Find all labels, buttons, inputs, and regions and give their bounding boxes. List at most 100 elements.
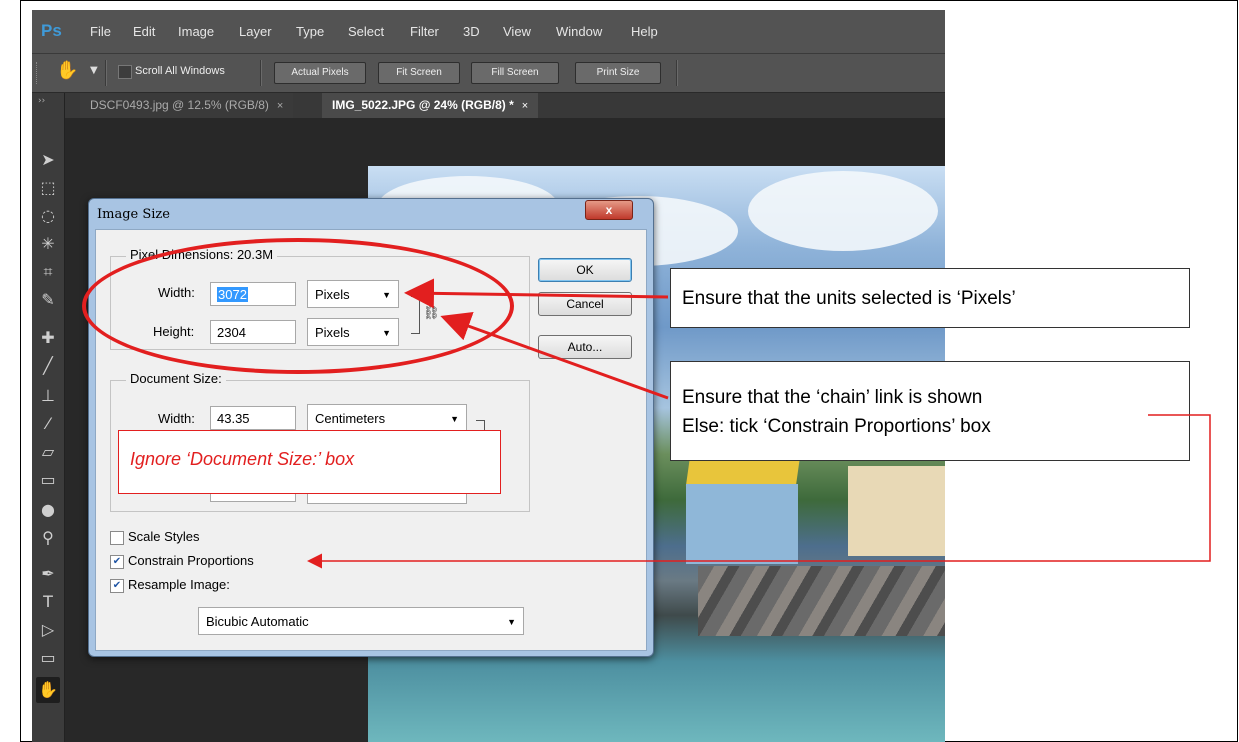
document-width-input[interactable]: 43.35 — [210, 406, 296, 430]
brush-tool-icon[interactable]: ╱ — [36, 353, 60, 379]
chevron-down-icon: ▼ — [382, 328, 391, 338]
tab-dscf0493[interactable]: DSCF0493.jpg @ 12.5% (RGB/8) × — [80, 93, 294, 118]
chain-link-icon: ⛓ — [423, 305, 440, 320]
blur-tool-icon[interactable]: ● — [36, 497, 60, 523]
hand-tool-icon[interactable]: ✋ — [36, 677, 60, 703]
options-bar-grip[interactable] — [36, 62, 40, 84]
resample-method-value: Bicubic Automatic — [206, 614, 309, 629]
resample-image-checkbox[interactable]: ✔ — [110, 579, 124, 593]
menu-help[interactable]: Help — [631, 24, 658, 39]
resample-method-select[interactable]: Bicubic Automatic ▼ — [198, 607, 524, 635]
pixel-width-unit: Pixels — [315, 287, 350, 302]
document-width-value: 43.35 — [217, 411, 250, 426]
menu-view[interactable]: View — [503, 24, 531, 39]
menu-edit[interactable]: Edit — [133, 24, 155, 39]
photoshop-logo: Ps — [41, 21, 62, 40]
tab-label: IMG_5022.JPG @ 24% (RGB/8) * — [332, 98, 514, 112]
scale-styles-checkbox[interactable] — [110, 531, 124, 545]
ignore-note-text: Ignore ‘Document Size:’ box — [130, 449, 355, 469]
magic-wand-tool-icon[interactable]: ✳ — [36, 231, 60, 257]
gradient-tool-icon[interactable]: ▭ — [36, 467, 60, 493]
chain-callout-line2: Else: tick ‘Constrain Proportions’ box — [682, 416, 991, 437]
scroll-all-windows-checkbox[interactable] — [118, 65, 132, 79]
options-separator — [105, 60, 107, 86]
pixel-link-bracket — [411, 296, 420, 334]
eyedropper-tool-icon[interactable]: ✎ — [36, 287, 60, 313]
print-size-button[interactable]: Print Size — [575, 62, 661, 84]
tool-preset-chevron-down-icon[interactable]: ▼ — [90, 65, 98, 76]
cloud-shape — [748, 171, 938, 251]
healing-brush-tool-icon[interactable]: ✚ — [36, 325, 60, 351]
chevron-down-icon: ▼ — [450, 414, 459, 424]
auto-button[interactable]: Auto... — [538, 335, 632, 359]
eraser-tool-icon[interactable]: ▱ — [36, 439, 60, 465]
pen-tool-icon[interactable]: ✒ — [36, 561, 60, 587]
close-icon[interactable]: x — [585, 200, 633, 220]
image-size-dialog: Image Size x Pixel Dimensions: 20.3M Wid… — [88, 198, 654, 657]
chevron-down-icon: ▼ — [382, 290, 391, 300]
pixel-dimensions-legend: Pixel Dimensions: 20.3M — [126, 247, 278, 262]
options-separator — [260, 60, 262, 86]
resample-image-label: Resample Image: — [128, 577, 230, 592]
hand-tool-icon[interactable]: ✋ — [56, 60, 78, 81]
pixel-width-unit-select[interactable]: Pixels ▼ — [307, 280, 399, 308]
ignore-document-size-note: Ignore ‘Document Size:’ box — [118, 430, 501, 494]
tab-img-5022[interactable]: IMG_5022.JPG @ 24% (RGB/8) * × — [322, 93, 539, 118]
actual-pixels-button[interactable]: Actual Pixels — [274, 62, 366, 84]
pixel-height-unit: Pixels — [315, 325, 350, 340]
pixel-height-value: 2304 — [217, 325, 246, 340]
clone-stamp-tool-icon[interactable]: ⊥ — [36, 383, 60, 409]
marquee-tool-icon[interactable]: ⬚ — [36, 175, 60, 201]
units-callout-text: Ensure that the units selected is ‘Pixel… — [682, 288, 1016, 309]
fit-screen-button[interactable]: Fit Screen — [378, 62, 460, 84]
cream-house-shape — [848, 466, 945, 556]
path-selection-tool-icon[interactable]: ▷ — [36, 617, 60, 643]
pixel-height-unit-select[interactable]: Pixels ▼ — [307, 318, 399, 346]
move-tool-icon[interactable]: ➤ — [36, 147, 60, 173]
rocks-shape — [698, 566, 945, 636]
options-separator — [676, 60, 678, 86]
close-icon[interactable]: × — [277, 100, 283, 112]
menu-file[interactable]: File — [90, 24, 111, 39]
options-bar: ✋ ▼ Scroll All Windows Actual Pixels Fit… — [32, 53, 945, 93]
lasso-tool-icon[interactable]: ◌ — [36, 203, 60, 229]
document-size-legend: Document Size: — [126, 371, 226, 386]
constrain-proportions-label: Constrain Proportions — [128, 553, 254, 568]
pixel-width-input[interactable]: 3072 — [210, 282, 296, 306]
history-brush-tool-icon[interactable]: ⁄ — [36, 411, 60, 437]
close-icon[interactable]: × — [522, 100, 528, 112]
constrain-proportions-checkbox[interactable]: ✔ — [110, 555, 124, 569]
pixel-width-value: 3072 — [217, 287, 248, 302]
dialog-title: Image Size — [97, 207, 170, 222]
units-callout: Ensure that the units selected is ‘Pixel… — [670, 268, 1190, 328]
menu-window[interactable]: Window — [556, 24, 602, 39]
chain-callout-line1: Ensure that the ‘chain’ link is shown — [682, 387, 983, 408]
type-tool-icon[interactable]: T — [36, 589, 60, 615]
scale-styles-label: Scale Styles — [128, 529, 200, 544]
crop-tool-icon[interactable]: ⌗ — [36, 259, 60, 285]
scroll-all-windows-label: Scroll All Windows — [135, 65, 225, 77]
cancel-button[interactable]: Cancel — [538, 292, 632, 316]
menu-type[interactable]: Type — [296, 24, 324, 39]
menu-3d[interactable]: 3D — [463, 24, 480, 39]
fill-screen-button[interactable]: Fill Screen — [471, 62, 559, 84]
ok-button[interactable]: OK — [538, 258, 632, 282]
pixel-dimensions-size: 20.3M — [236, 247, 274, 262]
tab-label: DSCF0493.jpg @ 12.5% (RGB/8) — [90, 98, 269, 112]
menu-select[interactable]: Select — [348, 24, 384, 39]
menu-filter[interactable]: Filter — [410, 24, 439, 39]
document-width-unit-select[interactable]: Centimeters ▼ — [307, 404, 467, 432]
dodge-tool-icon[interactable]: ⚲ — [36, 525, 60, 551]
menu-layer[interactable]: Layer — [239, 24, 272, 39]
pixel-width-label: Width: — [158, 285, 195, 300]
pixel-height-input[interactable]: 2304 — [210, 320, 296, 344]
expand-panel-icon[interactable]: ›› — [38, 96, 45, 106]
blue-house-shape — [686, 484, 798, 564]
menu-image[interactable]: Image — [178, 24, 214, 39]
chain-callout: Ensure that the ‘chain’ link is shown El… — [670, 361, 1190, 461]
menu-bar: Ps File Edit Image Layer Type Select Fil… — [32, 10, 945, 53]
pixel-height-label: Height: — [153, 324, 195, 339]
shape-tool-icon[interactable]: ▭ — [36, 645, 60, 671]
document-tab-bar: DSCF0493.jpg @ 12.5% (RGB/8) × IMG_5022.J… — [32, 93, 945, 118]
document-width-label: Width: — [158, 411, 195, 426]
